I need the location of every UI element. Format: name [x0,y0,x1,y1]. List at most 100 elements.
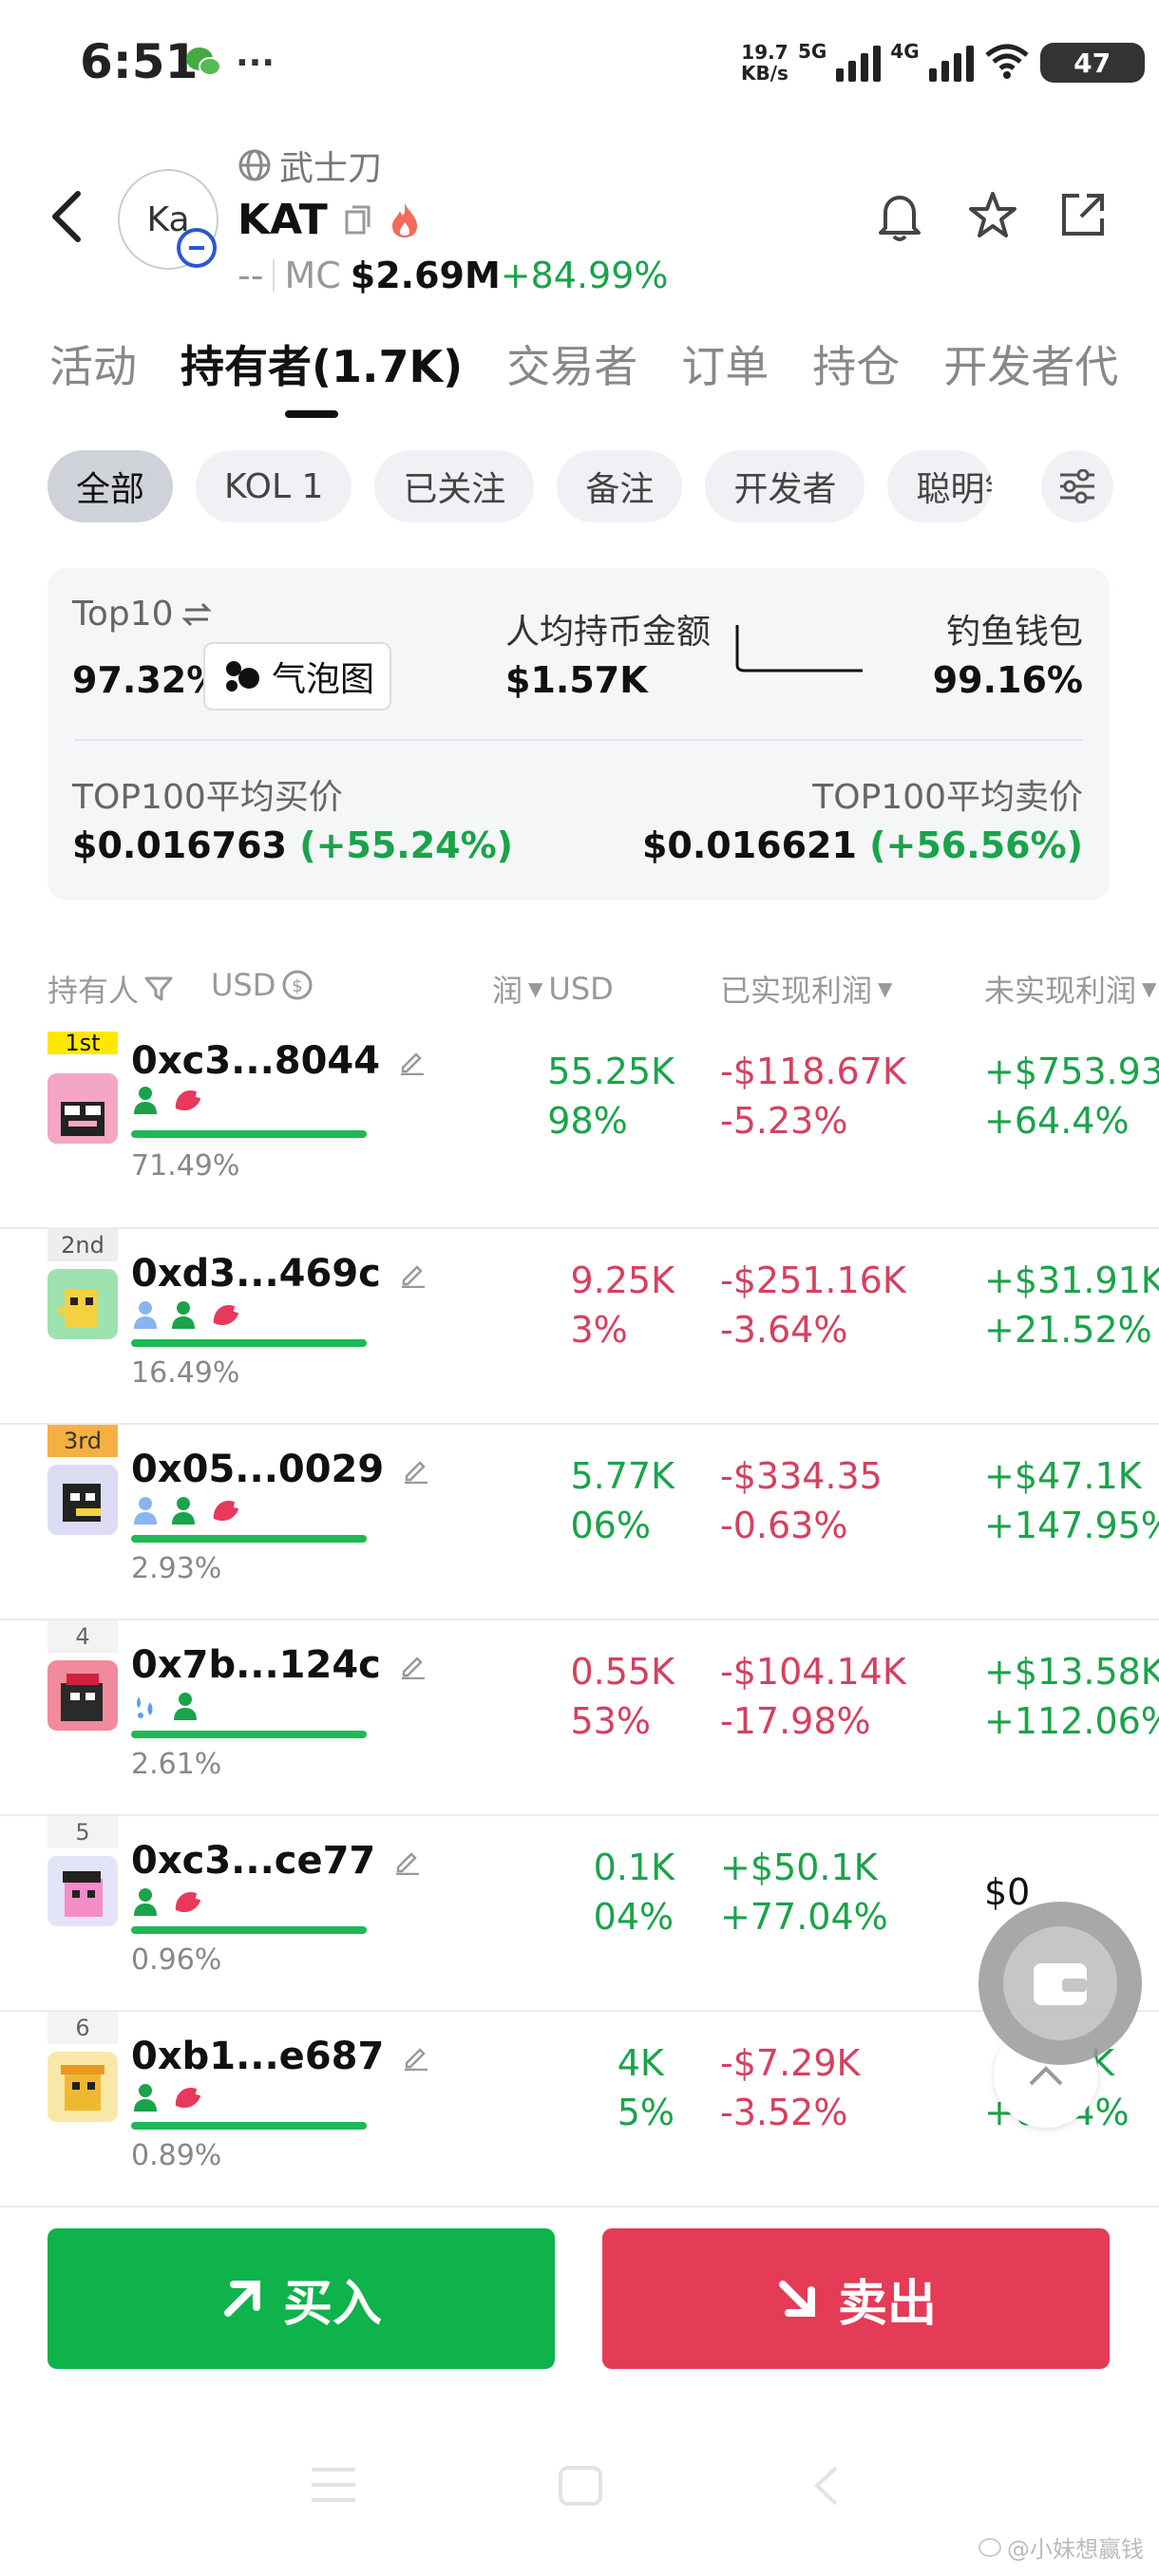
filter-chips: 全部 KOL 1 已关注 备注 开发者 聪明钱 [48,450,993,522]
profit-usd-header[interactable]: 润 ▼ USD [492,967,614,1011]
back-nav-icon[interactable] [809,2464,842,2511]
edit-icon[interactable] [401,1455,429,1484]
unrealized-profit-cell: +$47.1K +147.95% [984,1455,1159,1546]
realized-profit-cell: -$7.29K -3.52% [720,2042,861,2133]
svg-text:$: $ [293,976,303,996]
holder-address[interactable]: 0xc3...ce77 [131,1839,421,1883]
holder-row[interactable]: 6 0xb1...e687 0.89% 4K 5% -$7.29K -3.52% K… [0,2010,1159,2207]
avatar [48,1660,118,1731]
holder-row[interactable]: 3rd 0x05...0029 2.93% 5.77K 06% -$334.35-… [0,1423,1159,1620]
status-indicators: 19.7 KB/s 5G 4G 47 [741,34,1145,91]
tab-activity[interactable]: 活动 [49,332,137,395]
filter-icon[interactable] [144,975,173,1003]
edit-icon[interactable] [392,1847,421,1875]
chip-all[interactable]: 全部 [48,450,174,522]
user-green-icon [134,1087,157,1114]
swap-icon[interactable] [180,600,212,629]
filter-settings-icon[interactable] [1041,450,1113,522]
chip-followed[interactable]: 已关注 [374,450,535,522]
tab-holders[interactable]: 持有者(1.7K) [180,332,463,395]
phishing-wallet-value: 99.16% [932,659,1083,701]
chevron-up-icon [1029,2066,1063,2086]
bubble-chart-button[interactable]: 气泡图 [203,642,392,710]
bubbles-icon [226,661,259,691]
profit-value: 55.25K 98% [547,1051,674,1142]
wallet-icon [1034,1963,1087,2005]
sell-button[interactable]: 卖出 [602,2228,1110,2369]
tab-active-indicator [285,410,338,418]
holding-percent: 0.96% [131,1943,222,1977]
tab-traders[interactable]: 交易者 [506,332,637,395]
chip-notes[interactable]: 备注 [557,450,683,522]
signal-bars-icon [836,44,882,82]
share-icon[interactable] [1058,190,1108,243]
realized-profit-cell: -$334.35 -0.63% [720,1455,883,1546]
edit-icon[interactable] [401,2042,429,2071]
chip-smart-money[interactable]: 聪明钱 [887,450,993,522]
holder-row[interactable]: 1st 0xc3...8044 71.49% 55.25K 98% -$118.6… [0,1030,1159,1229]
holder-address[interactable]: 0xd3...469c [131,1252,427,1296]
back-button[interactable] [49,190,84,247]
market-cap: -- MC $2.69M +84.99% [238,255,669,296]
buy-button[interactable]: 买入 [48,2228,555,2369]
unrealized-profit-header[interactable]: 未实现利润 ▼ [984,967,1156,1011]
profit-cell: 4K 5% [498,2038,674,2152]
more-dots-icon: ··· [236,44,276,83]
user-blue-icon [134,1301,157,1329]
menu-nav-icon[interactable] [308,2464,359,2510]
tab-positions[interactable]: 持仓 [812,332,900,395]
holder-address[interactable]: 0x05...0029 [131,1448,429,1491]
edit-icon[interactable] [397,1047,426,1075]
holder-address[interactable]: 0x7b...124c [131,1643,427,1687]
holder-address[interactable]: 0xb1...e687 [131,2035,429,2078]
top10-value: 97.32% [72,659,223,701]
fish-icon [175,1090,201,1111]
holding-percent: 2.93% [131,1552,222,1585]
rank-badge: 3rd [48,1425,118,1457]
bell-icon[interactable] [876,190,923,247]
user-green-icon [172,1301,195,1329]
realized-profit-header[interactable]: 已实现利润 ▼ [720,967,892,1011]
unrealized-profit-cell: +$13.58K +112.06% [984,1651,1159,1742]
holder-address[interactable]: 0xc3...8044 [131,1039,426,1083]
top10-label: Top10 [72,595,212,634]
top100-buy-value: $0.016763 (+55.24%) [72,824,514,866]
holder-tags [131,1691,200,1721]
profit-cell: 0.55K 53% [498,1647,674,1761]
holding-bar [131,1130,367,1138]
chip-developer[interactable]: 开发者 [705,450,865,522]
rank-badge: 1st [48,1030,118,1056]
copy-icon[interactable] [343,204,373,237]
watermark-logo-icon [978,2537,1001,2557]
realized-profit-cell: -$118.67K -5.23% [720,1051,906,1142]
tab-dev-tokens[interactable]: 开发者代 [943,332,1118,395]
edit-icon[interactable] [398,1651,427,1679]
chip-kol[interactable]: KOL 1 [196,450,352,522]
tab-orders[interactable]: 订单 [681,332,769,395]
unrealized-profit-cell: +$753.93K+64.4% [984,1051,1159,1142]
holder-column-header[interactable]: 持有人 [48,967,173,1011]
holder-row[interactable]: 2nd 0xd3...469c 16.49% 9.25K 3% -$251.16K… [0,1227,1159,1425]
avg-hold-value: $1.57K [505,659,648,701]
usd-toggle[interactable]: USD $ [211,967,314,1003]
holding-percent: 71.49% [131,1149,240,1183]
profit-value: 0.55K 53% [570,1651,674,1742]
star-icon[interactable] [967,190,1018,245]
edit-icon[interactable] [398,1260,427,1288]
fish-icon [213,1501,239,1522]
avatar [48,1465,118,1535]
rank-badge: 2nd [48,1229,118,1261]
signal-bars-icon [928,44,974,82]
home-nav-icon[interactable] [557,2464,604,2511]
holding-bar [131,1731,367,1738]
profit-value: 9.25K 3% [570,1260,674,1351]
splash-icon [137,1696,153,1718]
profit-cell: 5.77K 06% [498,1451,674,1565]
user-blue-icon [134,1497,157,1525]
chain-name: 武士刀 [238,141,382,190]
holding-bar [131,1339,367,1347]
floating-wallet-button[interactable] [978,1902,1142,2065]
rank-badge: 6 [48,2012,118,2044]
holder-row[interactable]: 4 0x7b...124c 2.61% 0.55K 53% -$104.14K -1… [0,1619,1159,1816]
avatar [48,1073,118,1144]
